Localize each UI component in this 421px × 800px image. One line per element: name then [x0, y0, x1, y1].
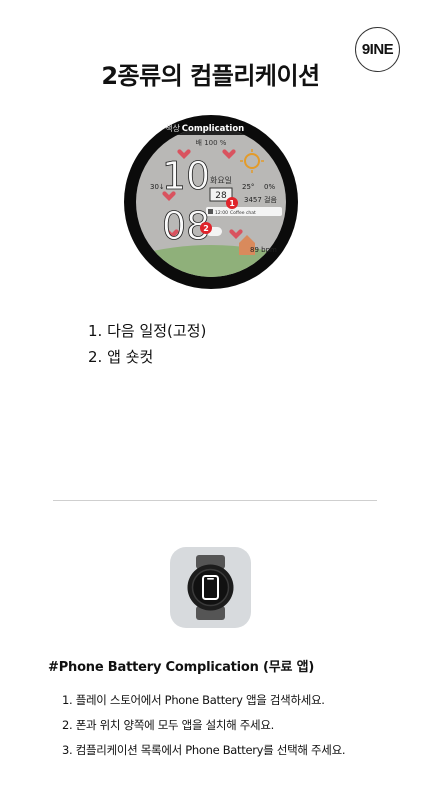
watch-event-title: Coffee chat [230, 210, 256, 216]
install-step: 1. 플레이 스토어에서 Phone Battery 앱을 검색하세요. [62, 693, 325, 707]
watch-header-left: 색상 [165, 123, 180, 133]
section-title: #Phone Battery Complication (무료 앱) [48, 660, 315, 675]
install-steps: 1. 플레이 스토어에서 Phone Battery 앱을 검색하세요. 2. … [62, 688, 346, 763]
watch-heart-rate: 89 bpm [250, 246, 277, 254]
watch-temp-right: 25° [242, 183, 254, 191]
callout-marker-1-label: 1 [229, 199, 235, 208]
complication-item: 2. 앱 숏컷 [88, 348, 154, 366]
watch-pct: 0% [264, 183, 275, 191]
watch-battery: 배 100 % [196, 138, 227, 147]
section-divider [53, 500, 377, 501]
watch-date: 28 [215, 191, 227, 201]
watch-event-time: 12:00 [215, 210, 228, 216]
watch-day: 화요일 [210, 176, 232, 185]
complication-item: 1. 다음 일정(고정) [88, 322, 207, 340]
complication-list: 1. 다음 일정(고정) 2. 앱 숏컷 [88, 318, 206, 370]
watch-temp-left: 30↓ [150, 183, 165, 191]
watch-steps: 3457 걸음 [244, 196, 277, 204]
install-step: 3. 컴플리케이션 목록에서 Phone Battery를 선택해 주세요. [62, 743, 346, 757]
page-title: 2종류의 컴플리케이션 [101, 62, 320, 90]
install-step: 2. 폰과 위치 양쪽에 모두 앱을 설치해 주세요. [62, 718, 274, 732]
watch-header-title: Complication [182, 124, 245, 134]
watch-hour: 10 [162, 154, 210, 198]
smartwatch-phone-icon [170, 547, 251, 628]
callout-marker-2-label: 2 [203, 224, 209, 233]
watch-face-preview: 색상 Complication 배 100 % 10 08 화요일 28 30↓… [124, 115, 298, 289]
